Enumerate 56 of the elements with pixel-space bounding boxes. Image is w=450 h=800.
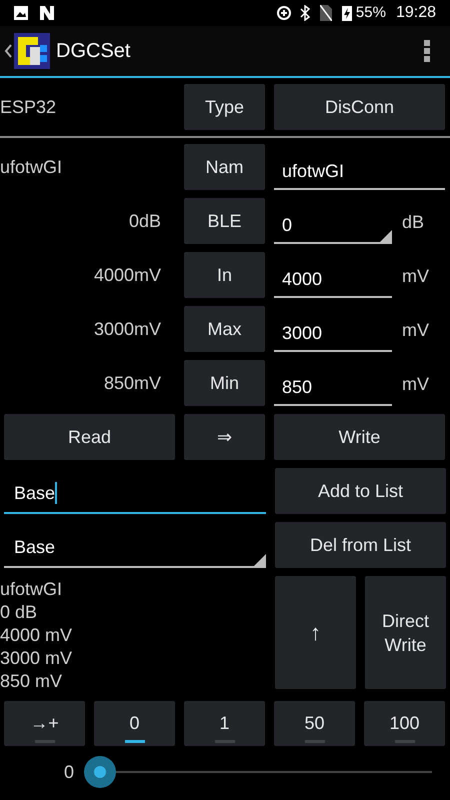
- app-title: DGCSet: [56, 39, 130, 64]
- slider-reading: 0: [62, 760, 75, 784]
- param-button[interactable]: Max: [184, 306, 265, 352]
- no-sim-icon: [320, 5, 332, 21]
- unit-label: mV: [401, 319, 430, 342]
- list-name-field[interactable]: Base: [4, 474, 266, 514]
- param-reading: 3000mV: [92, 318, 162, 340]
- step-toggle[interactable]: 0: [94, 701, 175, 746]
- notification-n-icon: [40, 6, 54, 20]
- battery-percentage: 55%: [356, 2, 386, 23]
- status-time: 19:28: [396, 3, 436, 23]
- unit-label: mV: [401, 373, 430, 396]
- value-field[interactable]: 850: [274, 370, 392, 406]
- bluetooth-icon: [300, 5, 310, 21]
- type-button[interactable]: Type: [184, 84, 265, 130]
- name-button[interactable]: Nam: [184, 144, 265, 190]
- param-reading: 850mV: [102, 372, 162, 394]
- summary-line: 4000 mV: [0, 624, 74, 647]
- step-toggle[interactable]: →+: [4, 701, 85, 746]
- write-button[interactable]: Write: [274, 414, 445, 460]
- dropdown-triangle-icon: [254, 554, 266, 566]
- disconnect-button[interactable]: DisConn: [274, 84, 445, 130]
- delete-from-list-button[interactable]: Del from List: [275, 522, 446, 568]
- app-logo-icon: [14, 33, 50, 69]
- dropdown-triangle-icon: [380, 230, 392, 242]
- param-button[interactable]: BLE: [184, 198, 265, 244]
- value-dropdown[interactable]: 0: [274, 208, 392, 244]
- step-toggle[interactable]: 50: [274, 701, 355, 746]
- param-reading: 4000mV: [92, 264, 162, 286]
- summary-line: ufotwGI: [0, 578, 64, 601]
- unit-label: mV: [401, 265, 430, 288]
- overflow-menu-icon[interactable]: [424, 40, 430, 62]
- battery-charging-icon: [342, 5, 352, 21]
- step-toggle[interactable]: 100: [364, 701, 445, 746]
- param-reading: 0dB: [128, 210, 162, 232]
- param-button[interactable]: Min: [184, 360, 265, 406]
- name-field[interactable]: ufotwGI: [274, 154, 445, 190]
- summary-line: 850 mV: [0, 670, 64, 693]
- up-button[interactable]: ↑: [275, 576, 356, 689]
- direct-write-button[interactable]: Direct Write: [365, 576, 446, 689]
- value-field[interactable]: 4000: [274, 262, 392, 298]
- device-label: ESP32: [0, 96, 58, 118]
- back-chevron-icon[interactable]: [4, 44, 12, 58]
- name-reading: ufotwGI: [0, 156, 64, 178]
- param-button[interactable]: In: [184, 252, 265, 298]
- image-icon: [14, 6, 28, 20]
- list-dropdown[interactable]: Base: [4, 528, 266, 568]
- value-field[interactable]: 3000: [274, 316, 392, 352]
- read-button[interactable]: Read: [4, 414, 175, 460]
- summary-line: 3000 mV: [0, 647, 74, 670]
- add-to-list-button[interactable]: Add to List: [275, 468, 446, 514]
- data-saver-icon: [276, 5, 292, 21]
- summary-line: 0 dB: [0, 601, 38, 624]
- step-toggle[interactable]: 1: [184, 701, 265, 746]
- unit-label: dB: [401, 211, 426, 234]
- transfer-button[interactable]: ⇒: [184, 414, 265, 460]
